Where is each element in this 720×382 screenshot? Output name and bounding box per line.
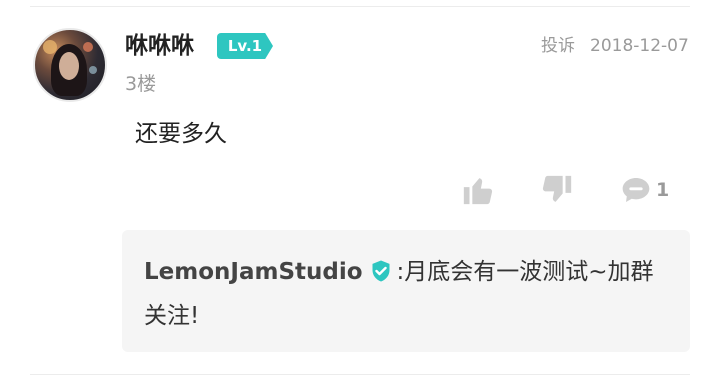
thumbs-down-icon <box>542 175 572 202</box>
reply-author[interactable]: LemonJamStudio <box>144 259 363 285</box>
verified-check-icon <box>369 256 393 296</box>
top-divider <box>30 6 690 7</box>
avatar[interactable] <box>33 28 107 102</box>
reply-box: LemonJamStudio :月底会有一波测试~加群关注! <box>122 230 690 352</box>
avatar-bokeh <box>83 42 93 52</box>
reply-count: 1 <box>656 179 670 201</box>
comment-text: 还要多久 <box>135 121 227 147</box>
report-button[interactable]: 投诉 <box>541 35 575 57</box>
thumbs-up-icon <box>463 178 493 205</box>
avatar-bokeh <box>89 66 97 74</box>
username[interactable]: 咻咻咻 <box>125 32 194 60</box>
like-button[interactable] <box>461 173 495 207</box>
dislike-button[interactable] <box>540 173 574 207</box>
bottom-divider <box>30 374 690 375</box>
level-badge: Lv.1 <box>217 33 273 59</box>
avatar-face <box>59 52 79 80</box>
floor-number: 3楼 <box>125 73 157 95</box>
comment-date: 2018-12-07 <box>590 36 689 56</box>
reply-button[interactable]: 1 <box>620 173 669 207</box>
speech-bubble-icon <box>622 178 650 202</box>
